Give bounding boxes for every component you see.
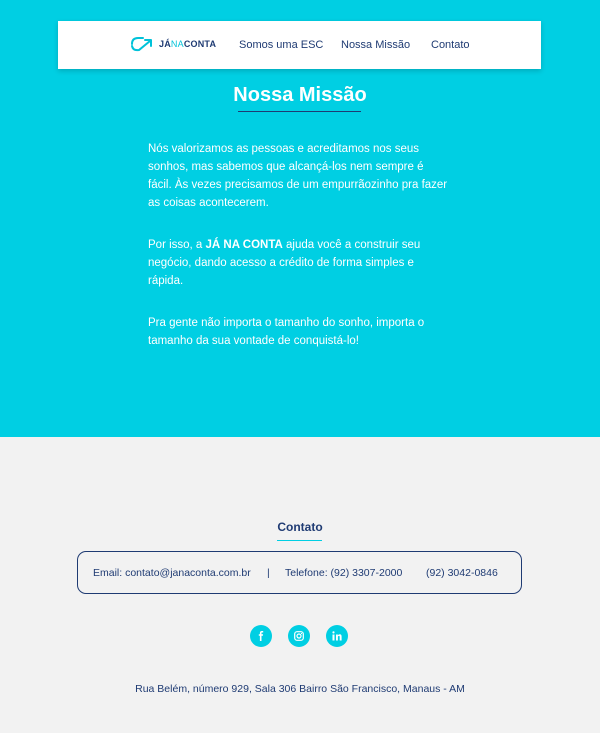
contact-box: Email: contato@janaconta.com.br | Telefo… — [77, 551, 522, 594]
mission-title-underline — [238, 111, 361, 112]
nav-link-nossa-missao[interactable]: Nossa Missão — [341, 39, 410, 51]
nav-link-somos-uma-esc[interactable]: Somos uma ESC — [239, 39, 323, 51]
mission-paragraph-2-start: Por isso, a — [148, 239, 206, 251]
contact-phone[interactable]: Telefone: (92) 3307-2000 — [285, 567, 402, 579]
mission-paragraph-3: Pra gente não importa o tamanho do sonho… — [148, 317, 425, 347]
contact-title-underline — [277, 540, 322, 541]
navbar: JÁNACONTA Somos uma ESC Nossa Missão Con… — [58, 21, 541, 69]
logo-text: JÁNACONTA — [159, 39, 216, 49]
logo-text-na: NA — [170, 39, 184, 49]
mission-paragraph-2: Por isso, a JÁ NA CONTA ajuda você a con… — [148, 236, 448, 290]
instagram-icon[interactable] — [288, 625, 310, 647]
contact-title: Contato — [277, 520, 323, 534]
logo-arrow-icon — [131, 37, 152, 52]
linkedin-glyph — [332, 631, 342, 641]
contact-email[interactable]: Email: contato@janaconta.com.br — [93, 567, 251, 579]
address: Rua Belém, número 929, Sala 306 Bairro S… — [135, 683, 465, 695]
facebook-icon[interactable] — [250, 625, 272, 647]
facebook-glyph — [258, 631, 264, 641]
logo-text-conta: CONTA — [183, 39, 217, 49]
contact-phone-2[interactable]: (92) 3042-0846 — [426, 567, 498, 579]
mission-title: Nossa Missão — [233, 84, 367, 106]
nav-link-contato[interactable]: Contato — [431, 39, 470, 51]
logo[interactable]: JÁNACONTA — [130, 35, 216, 53]
logo-text-ja: JÁ — [159, 39, 171, 49]
brand-name: JÁ NA CONTA — [205, 239, 283, 251]
contact-separator: | — [267, 567, 270, 579]
mission-paragraph-1: Nós valorizamos as pessoas e acreditamos… — [148, 143, 448, 209]
linkedin-icon[interactable] — [326, 625, 348, 647]
instagram-glyph — [294, 631, 304, 641]
